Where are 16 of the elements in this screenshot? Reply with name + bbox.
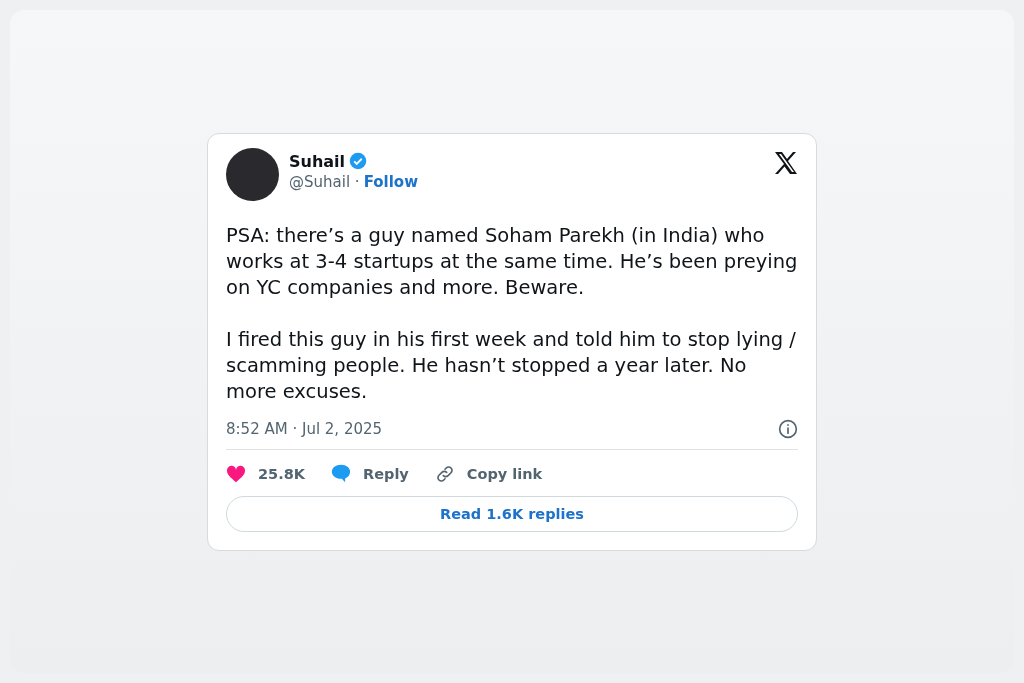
x-logo-icon[interactable] [774, 151, 798, 174]
author-name: Suhail [289, 151, 346, 171]
info-icon[interactable] [778, 418, 798, 439]
speech-bubble-icon [331, 464, 351, 483]
tweet-text: PSA: there’s a guy named Soham Parekh (in India) who works at 3-4 startups at the same time. He’s been preying on YC companies and more. Beware. [226, 222, 798, 301]
avatar [226, 147, 279, 201]
like-button[interactable]: 25.8K [226, 460, 305, 487]
read-replies-button[interactable]: Read 1.6K replies [226, 495, 798, 532]
link-icon [434, 463, 455, 484]
follow-link[interactable]: Follow [363, 172, 418, 191]
timestamp: 8:52 AM · Jul 2, 2025 [226, 419, 383, 438]
reply-button[interactable]: Reply [331, 460, 409, 487]
tweet-text: I fired this guy in his first week and told him to stop lying / scamming people. He hasn’t stopped a year later. No more excuses. [226, 326, 797, 405]
heart-icon [226, 464, 246, 483]
author-handle: @Suhail · [289, 172, 360, 191]
copy-button[interactable]: Copy link [434, 459, 543, 488]
